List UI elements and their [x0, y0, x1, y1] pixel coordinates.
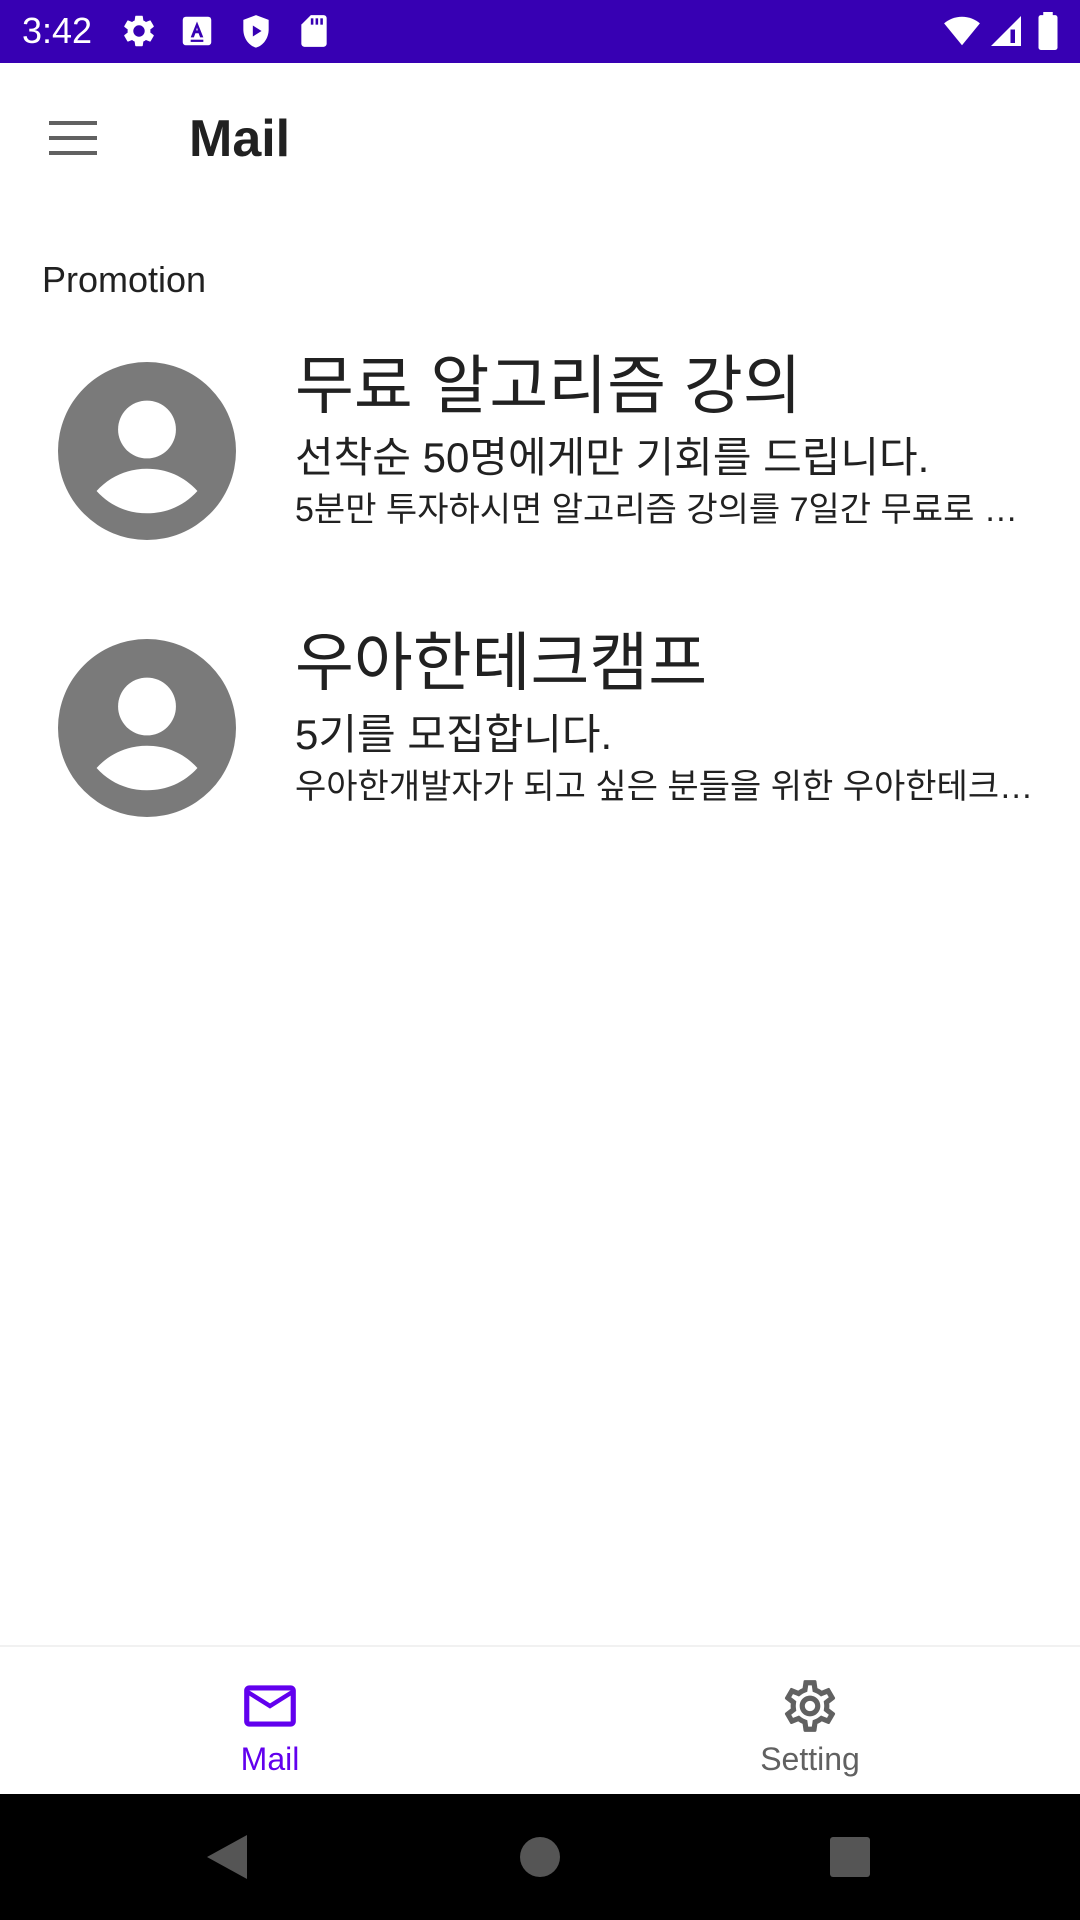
mail-preview: 5분만 투자하시면 알고리즘 강의를 7일간 무료로 들으실 수 있습니다. [295, 491, 1035, 529]
mail-list-item[interactable]: 우아한테크캠프 5기를 모집합니다. 우아한개발자가 되고 싶은 분들을 위한 … [0, 617, 1080, 877]
mail-list-item[interactable]: 무료 알고리즘 강의 선착순 50명에게만 기회를 드립니다. 5분만 투자하시… [0, 340, 1080, 600]
recents-button[interactable] [820, 1827, 880, 1887]
system-navigation-bar [0, 1794, 1080, 1920]
section-header-promotion: Promotion [42, 259, 207, 300]
battery-icon [1038, 12, 1058, 50]
cellular-signal-icon [991, 16, 1021, 46]
app-bar: Mail [0, 63, 1080, 213]
sd-card-icon [301, 15, 327, 47]
recents-square-icon [830, 1837, 870, 1877]
mail-envelope-icon [244, 1685, 296, 1727]
home-circle-icon [520, 1837, 560, 1877]
account-circle-icon [58, 362, 236, 540]
hamburger-menu-icon [49, 121, 97, 155]
settings-gear-icon [124, 15, 154, 47]
mail-title: 우아한테크캠프 [295, 627, 708, 699]
back-button[interactable] [196, 1827, 256, 1887]
status-time: 3:42 [22, 10, 93, 51]
bottom-nav-tab-mail[interactable]: Mail [0, 1647, 540, 1796]
bottom-nav-label-setting: Setting [760, 1741, 860, 1777]
mail-title: 무료 알고리즘 강의 [295, 350, 802, 422]
bottom-navigation: Mail Setting [0, 1645, 1080, 1794]
mail-preview: 우아한개발자가 되고 싶은 분들을 위한 우아한테크캠프 5기를 모집합니다. [295, 768, 1035, 806]
mail-subject: 5기를 모집합니다. [295, 711, 613, 758]
mail-subject: 선착순 50명에게만 기회를 드립니다. [295, 434, 930, 481]
account-circle-icon [58, 639, 236, 817]
shield-play-icon [243, 15, 269, 48]
home-button[interactable] [510, 1827, 570, 1887]
bottom-nav-tab-setting[interactable]: Setting [540, 1647, 1080, 1796]
settings-gear-icon [784, 1680, 836, 1732]
bottom-nav-label-mail: Mail [240, 1741, 300, 1777]
menu-button[interactable] [36, 108, 110, 168]
back-triangle-icon [207, 1835, 247, 1879]
text-a-icon [182, 16, 212, 46]
wifi-icon [944, 16, 980, 46]
status-bar: 3:42 [0, 0, 1080, 63]
page-title: Mail [189, 110, 291, 168]
